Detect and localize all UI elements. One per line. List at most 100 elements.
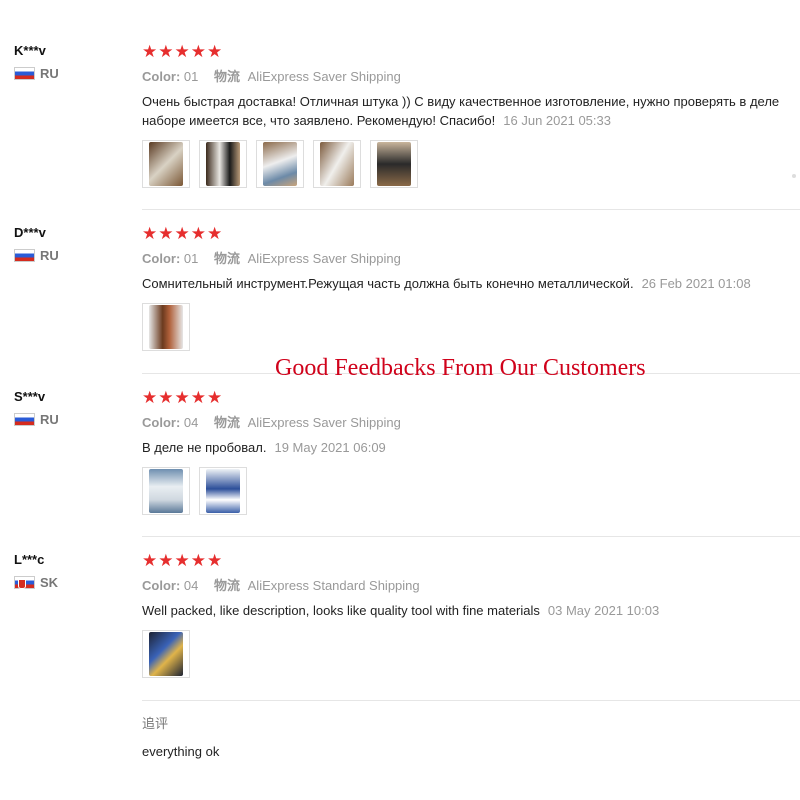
slovakia-flag-icon xyxy=(14,576,35,589)
review-photo[interactable] xyxy=(142,467,190,515)
star-icon: ★ xyxy=(190,387,206,407)
review-item: L***c SK ★ ★ ★ ★ ★ Color: 04 物流 AliExpre… xyxy=(0,551,800,791)
reviewer-info: K***v RU xyxy=(14,42,59,81)
color-label: Color: xyxy=(142,69,181,84)
review-meta: Color: 01 物流 AliExpress Saver Shipping xyxy=(142,248,800,267)
star-rating: ★ ★ ★ ★ ★ xyxy=(142,42,800,60)
review-text: Сомнительный инструмент.Режущая часть до… xyxy=(142,276,751,291)
review-text: В деле не пробовал. 19 May 2021 06:09 xyxy=(142,440,386,455)
color-value: 01 xyxy=(183,251,199,266)
review-text: Очень быстрая доставка! Отличная штука )… xyxy=(142,92,800,130)
reviewer-country: RU xyxy=(14,248,59,263)
color-label: Color: xyxy=(142,415,181,430)
star-icon: ★ xyxy=(142,41,158,61)
shipping-method: AliExpress Saver Shipping xyxy=(247,415,401,430)
review-photos xyxy=(142,303,800,351)
review-meta: Color: 01 物流 AliExpress Saver Shipping xyxy=(142,66,800,85)
reviewer-name: S***v xyxy=(14,389,46,404)
divider xyxy=(142,209,800,210)
review-photo[interactable] xyxy=(256,140,304,188)
star-icon: ★ xyxy=(142,550,158,570)
more-indicator xyxy=(792,174,796,178)
shipping-label: 物流 xyxy=(214,578,241,593)
star-icon: ★ xyxy=(174,223,190,243)
country-code: RU xyxy=(40,412,59,427)
star-icon: ★ xyxy=(174,41,190,61)
review-photo[interactable] xyxy=(313,140,361,188)
review-date: 16 Jun 2021 05:33 xyxy=(503,113,611,128)
color-value: 01 xyxy=(183,69,199,84)
followup-label: 追评 xyxy=(142,716,169,731)
review-photos xyxy=(142,140,800,188)
color-value: 04 xyxy=(183,578,199,593)
reviewer-info: L***c SK xyxy=(14,551,58,590)
color-label: Color: xyxy=(142,251,181,266)
star-icon: ★ xyxy=(158,387,174,407)
review-date: 03 May 2021 10:03 xyxy=(547,603,660,618)
star-icon: ★ xyxy=(190,550,206,570)
star-icon: ★ xyxy=(158,550,174,570)
review-item: S***v RU ★ ★ ★ ★ ★ Color: 04 物流 AliExpre… xyxy=(0,388,800,537)
review-photos xyxy=(142,467,800,515)
star-icon: ★ xyxy=(174,550,190,570)
star-icon: ★ xyxy=(207,41,223,61)
shipping-method: AliExpress Standard Shipping xyxy=(247,578,420,593)
reviewer-name: K***v xyxy=(14,43,46,58)
reviewer-name: L***c xyxy=(14,552,45,567)
star-icon: ★ xyxy=(190,41,206,61)
reviewer-country: SK xyxy=(14,575,58,590)
star-icon: ★ xyxy=(190,223,206,243)
star-rating: ★ ★ ★ ★ ★ xyxy=(142,388,800,406)
country-code: SK xyxy=(40,575,59,590)
russia-flag-icon xyxy=(14,413,35,426)
review-content: ★ ★ ★ ★ ★ Color: 01 物流 AliExpress Saver … xyxy=(142,42,800,188)
followup-text: everything ok xyxy=(142,744,220,759)
star-icon: ★ xyxy=(158,41,174,61)
review-item: K***v RU ★ ★ ★ ★ ★ Color: 01 物流 AliExpre… xyxy=(0,42,800,210)
country-code: RU xyxy=(40,66,59,81)
review-photo[interactable] xyxy=(370,140,418,188)
review-photos xyxy=(142,630,800,678)
review-content: ★ ★ ★ ★ ★ Color: 04 物流 AliExpress Saver … xyxy=(142,388,800,515)
reviewer-country: RU xyxy=(14,412,59,427)
color-label: Color: xyxy=(142,578,181,593)
reviewer-info: D***v RU xyxy=(14,224,59,263)
review-text-line: наборе имеется все, что заявлено. Рекоме… xyxy=(142,113,611,128)
review-date: 19 May 2021 06:09 xyxy=(274,440,386,455)
review-date: 26 Feb 2021 01:08 xyxy=(641,276,751,291)
review-photo[interactable] xyxy=(142,140,190,188)
reviewer-country: RU xyxy=(14,66,59,81)
star-icon: ★ xyxy=(142,387,158,407)
color-value: 04 xyxy=(183,415,199,430)
review-content: ★ ★ ★ ★ ★ Color: 01 物流 AliExpress Saver … xyxy=(142,224,800,351)
star-icon: ★ xyxy=(207,550,223,570)
country-code: RU xyxy=(40,248,59,263)
review-photo[interactable] xyxy=(199,467,247,515)
shipping-label: 物流 xyxy=(214,251,241,266)
star-icon: ★ xyxy=(142,223,158,243)
star-icon: ★ xyxy=(207,387,223,407)
shipping-method: AliExpress Saver Shipping xyxy=(247,69,401,84)
followup-review: 追评 everything ok xyxy=(142,700,800,759)
shipping-label: 物流 xyxy=(214,415,241,430)
reviewer-name: D***v xyxy=(14,225,46,240)
review-photo[interactable] xyxy=(142,303,190,351)
review-photo[interactable] xyxy=(142,630,190,678)
star-icon: ★ xyxy=(158,223,174,243)
divider xyxy=(142,536,800,537)
shipping-label: 物流 xyxy=(214,69,241,84)
star-icon: ★ xyxy=(207,223,223,243)
promo-banner-text: Good Feedbacks From Our Customers xyxy=(275,355,646,381)
review-item: D***v RU ★ ★ ★ ★ ★ Color: 01 物流 AliExpre… xyxy=(0,224,800,374)
review-text-line: Очень быстрая доставка! Отличная штука )… xyxy=(142,94,780,109)
star-icon: ★ xyxy=(174,387,190,407)
russia-flag-icon xyxy=(14,249,35,262)
review-text: Well packed, like description, looks lik… xyxy=(142,603,660,618)
star-rating: ★ ★ ★ ★ ★ xyxy=(142,224,800,242)
shipping-method: AliExpress Saver Shipping xyxy=(247,251,401,266)
russia-flag-icon xyxy=(14,67,35,80)
review-photo[interactable] xyxy=(199,140,247,188)
review-meta: Color: 04 物流 AliExpress Standard Shippin… xyxy=(142,575,800,594)
review-content: ★ ★ ★ ★ ★ Color: 04 物流 AliExpress Standa… xyxy=(142,551,800,759)
star-rating: ★ ★ ★ ★ ★ xyxy=(142,551,800,569)
